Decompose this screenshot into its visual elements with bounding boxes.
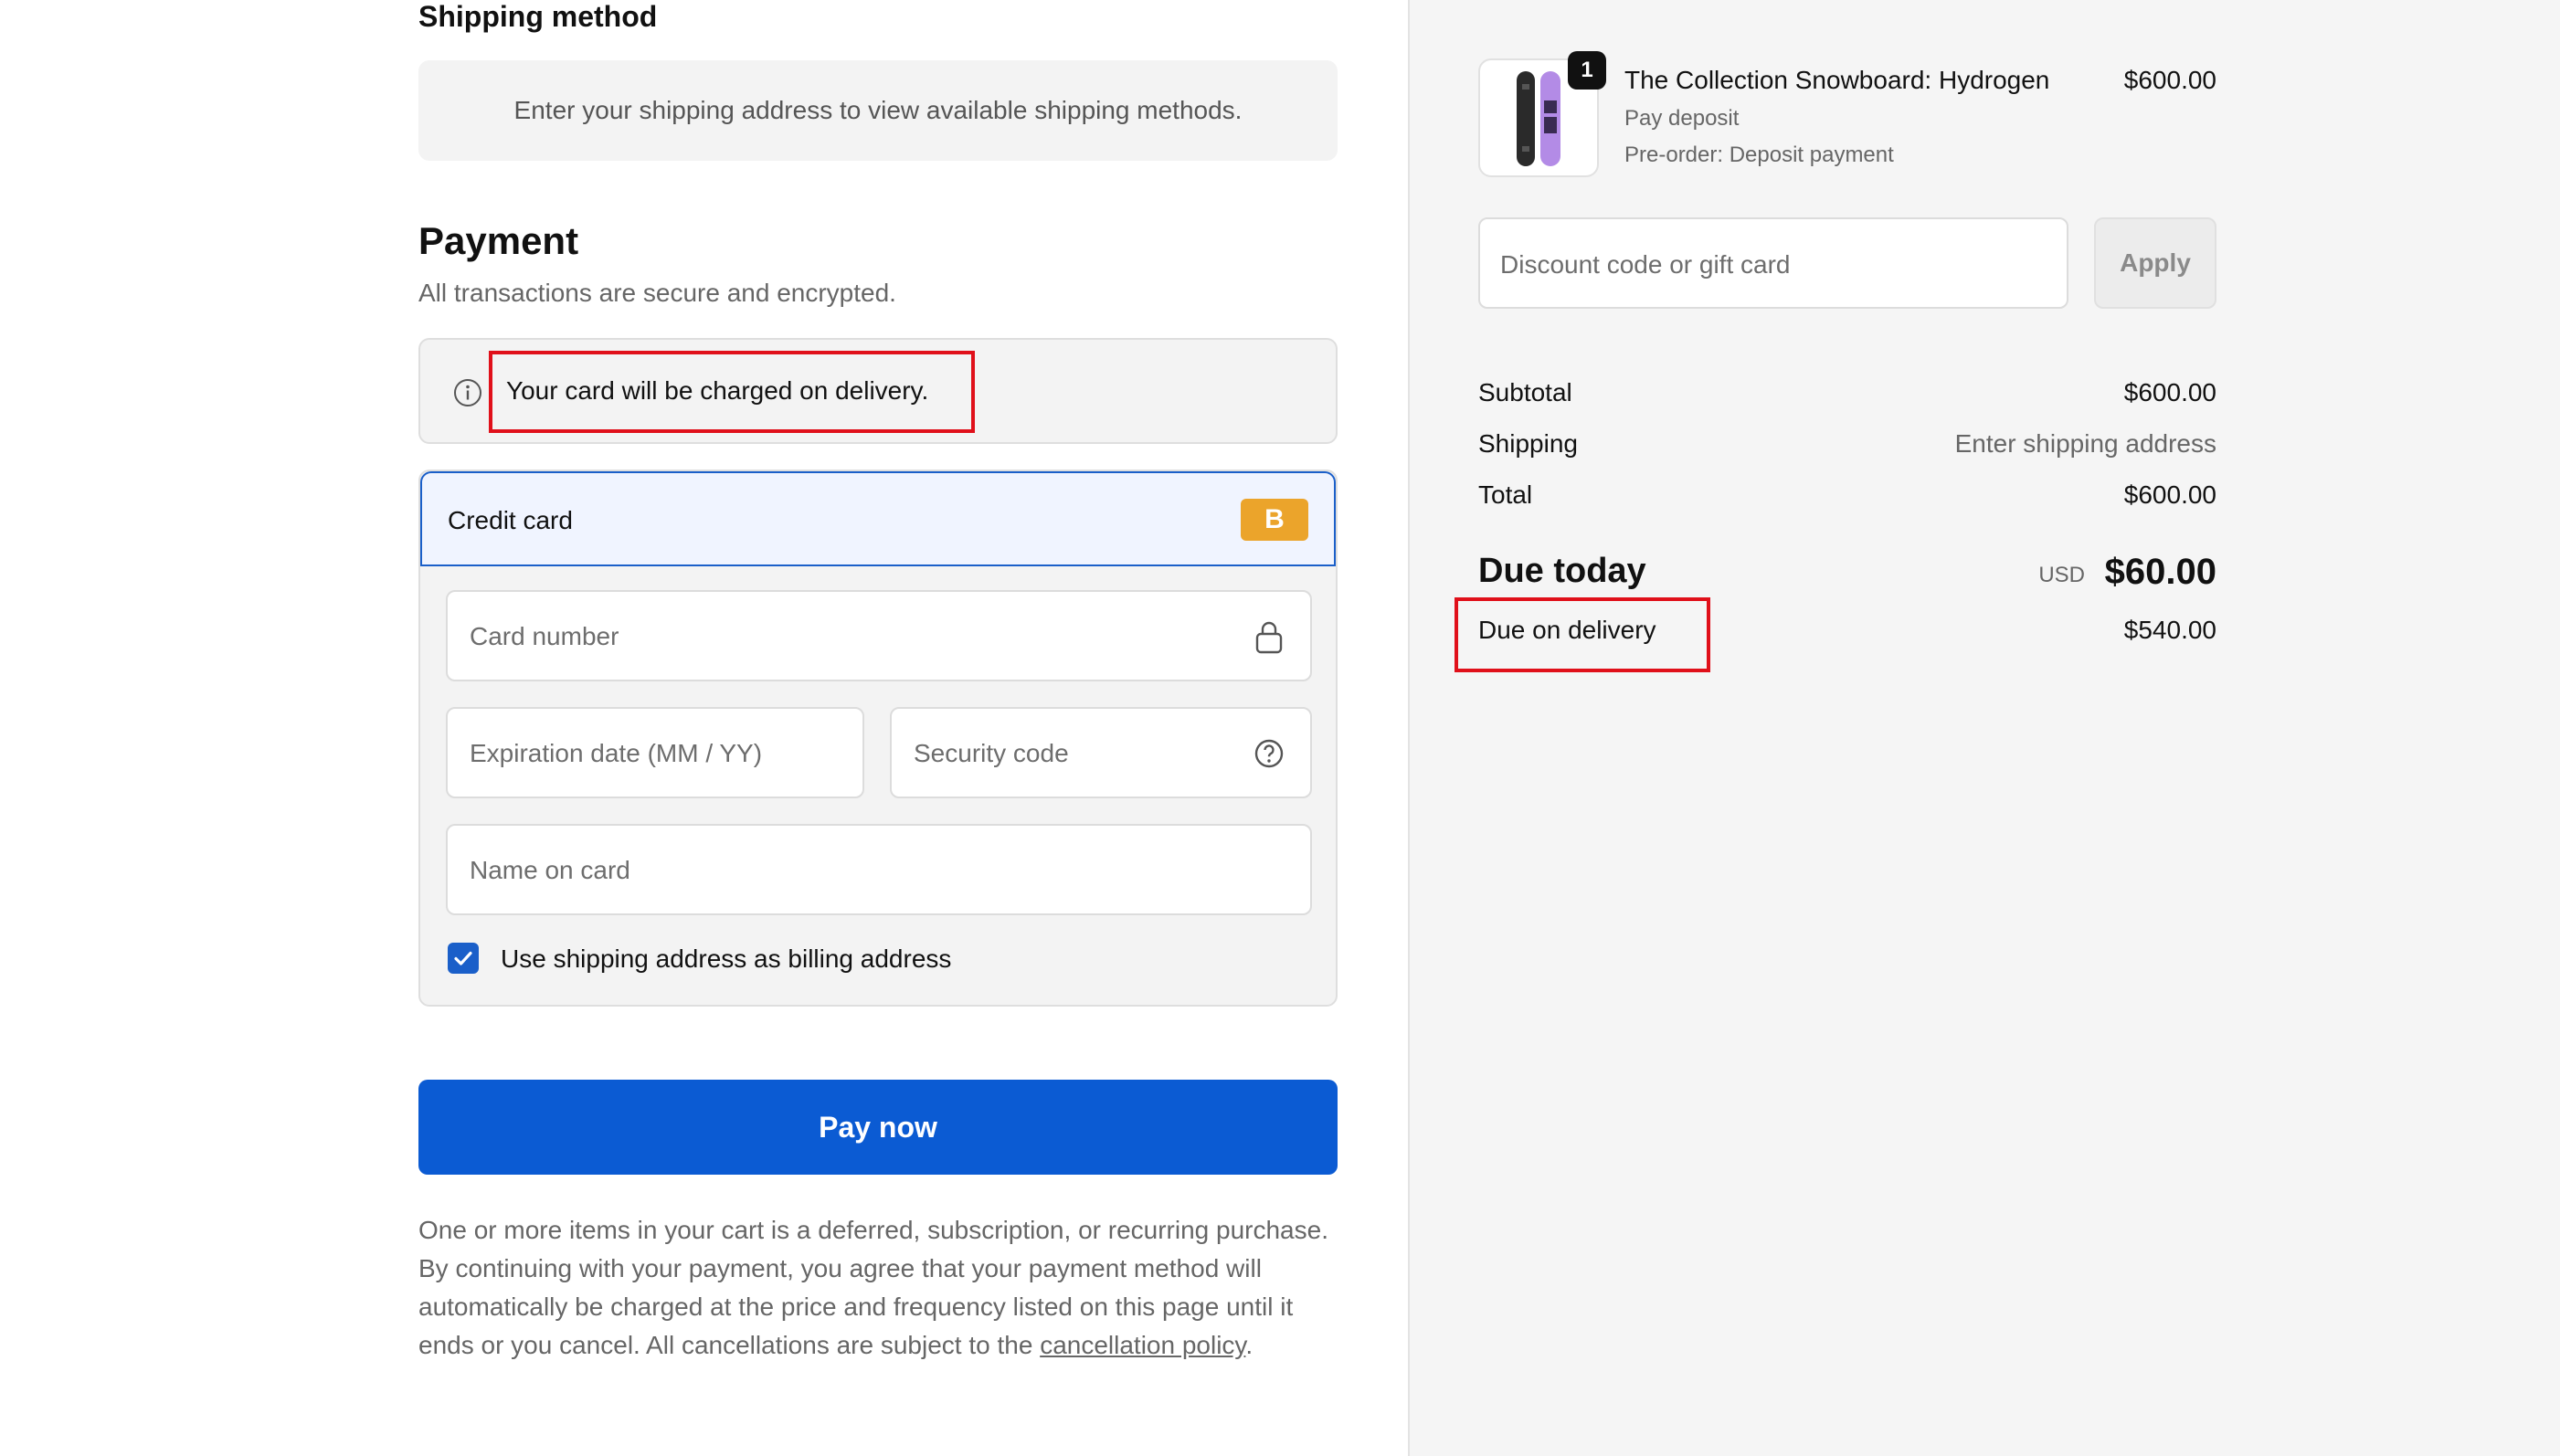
- credit-card-panel: Credit card B Card number Expiration dat…: [418, 470, 1338, 1007]
- total-label: Total: [1478, 480, 1533, 509]
- discount-placeholder: Discount code or gift card: [1500, 250, 1791, 279]
- shipping-notice-text: Enter your shipping address to view avai…: [513, 96, 1243, 124]
- card-number-input[interactable]: Card number: [446, 590, 1312, 681]
- payment-heading: Payment: [418, 219, 579, 262]
- security-code-placeholder: Security code: [914, 739, 1069, 767]
- product-title: The Collection Snowboard: Hydrogen: [1624, 66, 2050, 94]
- security-code-input[interactable]: Security code: [890, 707, 1312, 798]
- subtotal-value: $600.00: [2123, 378, 2216, 406]
- info-icon: [454, 379, 481, 406]
- highlight-box-charge-notice: [489, 351, 975, 433]
- due-on-delivery-value: $540.00: [2123, 616, 2216, 644]
- subtotal-label: Subtotal: [1478, 378, 1572, 406]
- due-today-value: $60.00: [2104, 552, 2216, 592]
- product-selling-plan: Pre-order: Deposit payment: [1624, 142, 1894, 167]
- lock-icon: [1255, 621, 1283, 654]
- due-today-currency: USD: [2038, 563, 2085, 587]
- expiration-date-input[interactable]: Expiration date (MM / YY): [446, 707, 864, 798]
- card-brand-badge: B: [1241, 499, 1308, 541]
- discount-code-input[interactable]: Discount code or gift card: [1478, 217, 2068, 309]
- card-number-placeholder: Card number: [470, 622, 619, 650]
- legal-end: .: [1245, 1331, 1254, 1359]
- cancellation-policy-link[interactable]: cancellation policy: [1040, 1331, 1245, 1359]
- checkout-main: Shipping method Enter your shipping addr…: [0, 0, 1408, 1456]
- checkmark-icon: [454, 951, 472, 965]
- legal-disclaimer: One or more items in your cart is a defe…: [418, 1211, 1341, 1365]
- name-on-card-input[interactable]: Name on card: [446, 824, 1312, 915]
- product-option: Pay deposit: [1624, 106, 1740, 131]
- payment-subtitle: All transactions are secure and encrypte…: [418, 279, 896, 307]
- shipping-value: Enter shipping address: [1954, 429, 2216, 458]
- question-icon[interactable]: [1254, 736, 1285, 771]
- total-value: $600.00: [2123, 480, 2216, 509]
- shipping-label: Shipping: [1478, 429, 1578, 458]
- credit-card-option[interactable]: Credit card B: [420, 471, 1336, 566]
- billing-address-label[interactable]: Use shipping address as billing address: [501, 944, 951, 974]
- credit-card-label: Credit card: [448, 506, 573, 534]
- pay-now-button[interactable]: Pay now: [418, 1080, 1338, 1175]
- expiration-placeholder: Expiration date (MM / YY): [470, 739, 763, 767]
- apply-discount-button[interactable]: Apply: [2094, 217, 2216, 309]
- billing-address-checkbox[interactable]: [448, 943, 479, 974]
- shipping-method-notice: Enter your shipping address to view avai…: [418, 60, 1338, 161]
- name-on-card-placeholder: Name on card: [470, 856, 630, 884]
- shipping-method-heading: Shipping method: [418, 0, 658, 33]
- quantity-badge: 1: [1568, 51, 1606, 90]
- product-price: $600.00: [2123, 66, 2216, 94]
- highlight-box-due-on-delivery: [1455, 597, 1710, 672]
- due-today-label: Due today: [1478, 552, 1646, 590]
